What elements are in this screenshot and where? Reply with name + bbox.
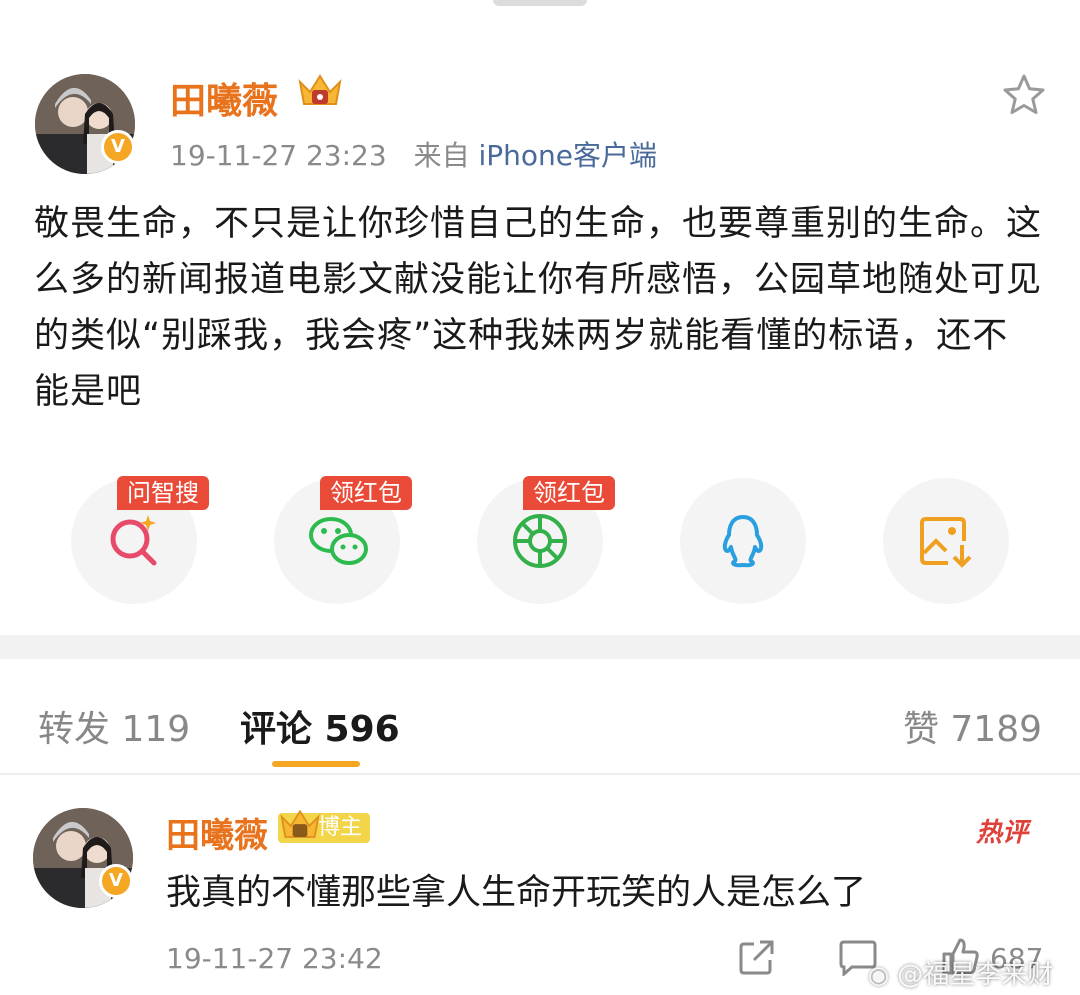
share-qq-button[interactable] [680,478,806,604]
tab-repost[interactable]: 转发 119 [38,700,190,752]
post-source[interactable]: iPhone客户端 [479,139,658,172]
author-name[interactable]: 田曦薇 [170,72,278,124]
save-image-icon [920,517,972,568]
post-text: 敬畏生命，不只是让你珍惜自己的生命，也要尊重别的生命。这么多的新闻报道电影文献没… [34,204,1043,412]
post-meta: 19-11-27 23:23 来自 iPhone客户端 [170,134,657,174]
blogger-badge-label: 博主 [318,815,363,840]
commenter-name[interactable]: 田曦薇 [166,808,268,857]
moments-shutter-icon [513,514,567,568]
comment-text: 我真的不懂那些拿人生命开玩笑的人是怎么了 [166,873,867,913]
share-tag: 领红包 [523,476,615,510]
share-save-image-button[interactable] [883,478,1009,604]
share-tag: 领红包 [320,476,412,510]
weibo-logo-icon: ◉ [868,961,889,989]
tabs-divider [0,773,1080,775]
qq-penguin-icon [722,515,764,568]
favorite-star-icon[interactable] [1001,72,1047,122]
watermark-text: @福星李来财 [897,960,1054,990]
comment-share-icon[interactable] [738,938,776,980]
section-divider [0,635,1080,659]
crown-badge-icon[interactable] [296,72,344,116]
hot-comment-tag: 热评 [976,818,1029,848]
active-tab-indicator [272,761,360,767]
tab-likes[interactable]: 赞 7189 [903,700,1042,752]
tab-comments[interactable]: 评论 596 [240,700,400,752]
source-prefix: 来自 [413,139,470,172]
comment-timestamp: 19-11-27 23:42 [166,942,383,975]
verified-badge-icon: V [99,864,133,898]
verified-badge-icon: V [101,130,135,164]
drag-handle[interactable] [493,0,587,6]
watermark: ◉ @福星李来财 [868,954,1053,991]
share-tag: 问智搜 [117,476,209,510]
wechat-icon [309,517,368,565]
post-timestamp: 19-11-27 23:23 [170,139,387,172]
crown-badge-icon [278,806,322,850]
search-sparkle-icon [110,515,157,566]
